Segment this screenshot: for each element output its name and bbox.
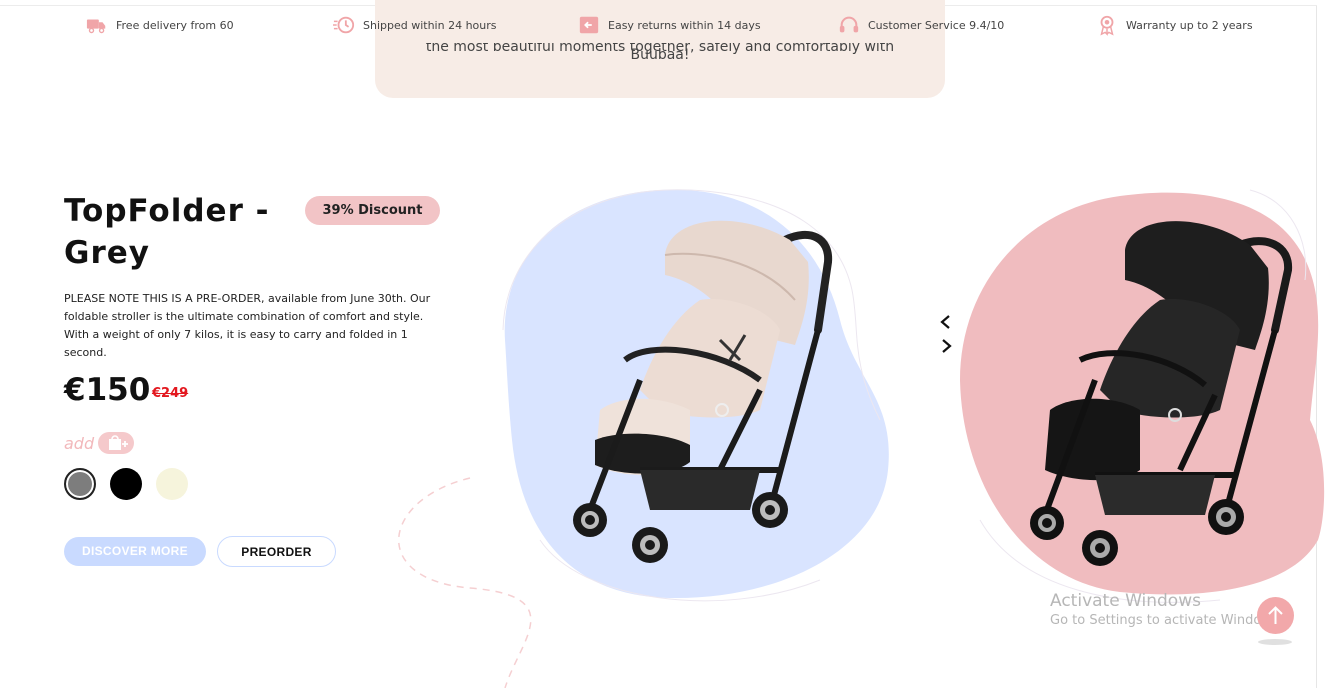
product-title: TopFolder - Grey (64, 193, 270, 271)
usp-label: Easy returns within 14 days (608, 18, 761, 32)
preorder-button[interactable]: PREORDER (217, 536, 336, 567)
color-swatch-cream[interactable] (156, 468, 188, 500)
color-swatch-black[interactable] (110, 468, 142, 500)
chevron-left-icon[interactable] (938, 314, 954, 330)
shopping-bag-plus-icon[interactable] (98, 432, 135, 454)
arrow-up-icon (1268, 606, 1283, 624)
add-label: add (64, 433, 95, 453)
quote-line-2: Buubaa! (630, 47, 690, 63)
discover-more-button[interactable]: DISCOVER MORE (64, 537, 206, 566)
scroll-to-top-shadow (1258, 639, 1292, 645)
product-description: PLEASE NOTE THIS IS A PRE-ORDER, availab… (64, 292, 431, 359)
award-ribbon-icon (1100, 15, 1114, 36)
add-to-cart[interactable]: add (64, 432, 135, 454)
usp-free-delivery: Free delivery from 60 (86, 14, 234, 36)
dashed-curve (398, 477, 532, 688)
product-price: €150 (64, 372, 151, 408)
watermark-subtitle: Go to Settings to activate Windows. (1050, 613, 1283, 628)
windows-activation-watermark: Activate Windows Go to Settings to activ… (1050, 591, 1283, 628)
return-box-icon (579, 16, 599, 34)
headset-icon (839, 16, 859, 33)
scroll-to-top-button[interactable] (1257, 597, 1294, 634)
usp-customer-service: Customer Service 9.4/10 (838, 14, 1004, 36)
discount-badge: 39% Discount (305, 196, 440, 225)
usp-label: Free delivery from 60 (116, 18, 234, 32)
product-old-price: €249 (152, 386, 189, 401)
usp-label: Shipped within 24 hours (363, 18, 497, 32)
delivery-truck-icon (86, 19, 106, 34)
usp-label: Warranty up to 2 years (1126, 18, 1253, 32)
usp-warranty: Warranty up to 2 years (1096, 14, 1253, 36)
usp-bar: Free delivery from 60 Shipped within 24 … (0, 6, 1325, 44)
fast-clock-icon (333, 16, 355, 34)
color-swatch-grey[interactable] (64, 468, 96, 500)
usp-label: Customer Service 9.4/10 (868, 18, 1005, 32)
usp-returns: Easy returns within 14 days (578, 14, 761, 36)
usp-shipping: Shipped within 24 hours (333, 14, 497, 36)
watermark-title: Activate Windows (1050, 591, 1201, 611)
chevron-right-icon[interactable] (938, 338, 954, 354)
